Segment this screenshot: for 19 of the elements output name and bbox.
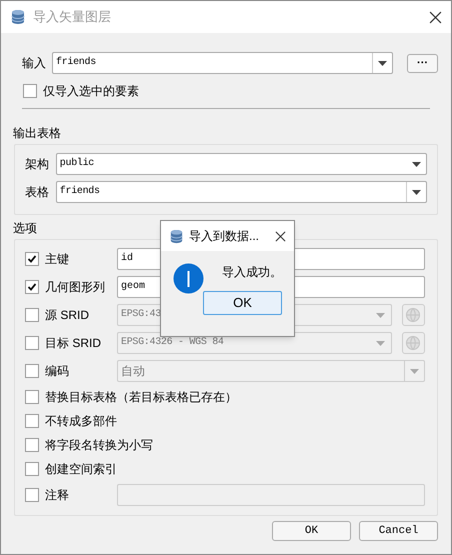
- checkbox-label: 几何图形列: [45, 279, 106, 295]
- checkbox-label: 编码: [45, 363, 70, 379]
- checkbox-label: 仅导入选中的要素: [43, 83, 139, 99]
- checkbox-label: 替换目标表格（若目标表格已存在）: [45, 389, 237, 405]
- field-label: 输入: [22, 55, 46, 71]
- group-title: 输出表格: [13, 125, 61, 141]
- window-title: 导入矢量图层: [33, 9, 112, 25]
- group-title: 选项: [13, 220, 37, 236]
- checkbox-label: 创建空间索引: [45, 461, 117, 477]
- checkbox-label: 源 SRID: [45, 307, 90, 323]
- checkbox-label: 注释: [45, 487, 70, 503]
- field-label: 表格: [25, 184, 50, 200]
- checkbox-label: 目标 SRID: [45, 335, 102, 351]
- field-label: 架构: [25, 156, 50, 172]
- message-text: 导入成功。: [222, 264, 282, 280]
- dialog-title: 导入到数据...: [189, 228, 260, 244]
- checkbox-label: 主键: [45, 251, 70, 267]
- checkbox-label: 将字段名转换为小写: [45, 437, 153, 453]
- checkbox-label: 不转成多部件: [45, 413, 117, 429]
